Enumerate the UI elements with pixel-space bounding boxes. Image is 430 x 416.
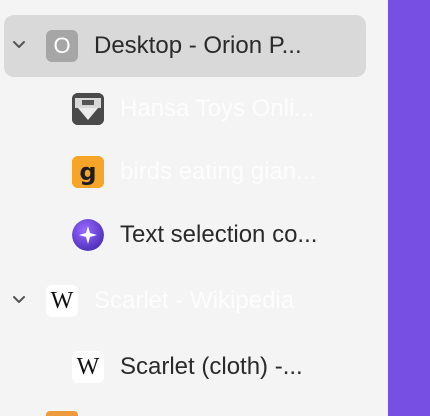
tab-row-scarlet-cloth[interactable]: W Scarlet (cloth) -... [4, 336, 366, 398]
g-letter-icon: g [72, 156, 104, 188]
hansa-toys-icon [72, 93, 104, 125]
accent-panel [388, 0, 430, 416]
orion-star-icon [72, 219, 104, 251]
tab-row-birds[interactable]: g birds eating gian... [4, 141, 366, 203]
tab-row-hansa[interactable]: Hansa Toys Onli... [4, 78, 366, 140]
tab-title: Text selection co... [120, 221, 318, 248]
tab-sidebar: O Desktop - Orion P... Hansa Toys Onli..… [0, 0, 388, 416]
wikipedia-icon: W [72, 351, 104, 383]
tab-title: Hansa Toys Onli... [120, 95, 315, 122]
tab-row-desktop[interactable]: O Desktop - Orion P... [4, 15, 366, 77]
tab-row-text-selection[interactable]: Text selection co... [4, 204, 366, 266]
chevron-down-icon[interactable] [12, 293, 26, 307]
tab-title: Desktop - Orion P... [94, 32, 302, 59]
chevron-down-icon[interactable] [12, 38, 26, 52]
tab-title: Scarlet - Wikipedia [94, 287, 295, 314]
orion-o-icon: O [46, 30, 78, 62]
next-tab-favicon-peek [46, 411, 78, 416]
svg-text:g: g [79, 158, 96, 186]
tab-title: birds eating gian... [120, 158, 317, 185]
tab-title: Scarlet (cloth) -... [120, 353, 303, 380]
wikipedia-icon: W [46, 285, 78, 317]
tab-row-scarlet-wikipedia[interactable]: W Scarlet - Wikipedia [4, 270, 366, 332]
